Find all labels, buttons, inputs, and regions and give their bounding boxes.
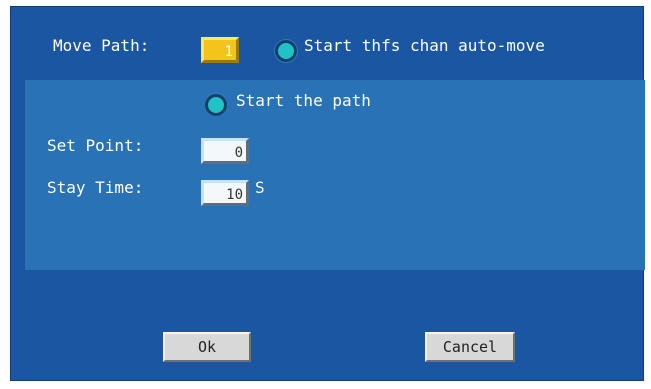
auto-move-label[interactable]: Start thfs chan auto-move bbox=[304, 36, 545, 56]
move-path-dialog: Move Path: 1 Start thfs chan auto-move S… bbox=[10, 6, 645, 381]
move-path-field[interactable]: 1 bbox=[201, 37, 239, 63]
start-path-label[interactable]: Start the path bbox=[236, 91, 371, 111]
auto-move-radio-icon[interactable] bbox=[275, 40, 297, 62]
stay-time-label: Stay Time: bbox=[47, 178, 144, 197]
cancel-button[interactable]: Cancel bbox=[425, 332, 515, 362]
path-settings-panel: Start the path Set Point: 0 Stay Time: 1… bbox=[25, 80, 645, 270]
set-point-label: Set Point: bbox=[47, 136, 144, 155]
stay-time-field[interactable]: 10 bbox=[201, 180, 249, 206]
start-path-radio-icon[interactable] bbox=[205, 94, 227, 116]
move-path-label: Move Path: bbox=[53, 36, 150, 55]
set-point-field[interactable]: 0 bbox=[201, 138, 249, 164]
ok-button[interactable]: Ok bbox=[163, 332, 251, 362]
stay-time-unit: S bbox=[255, 178, 265, 197]
